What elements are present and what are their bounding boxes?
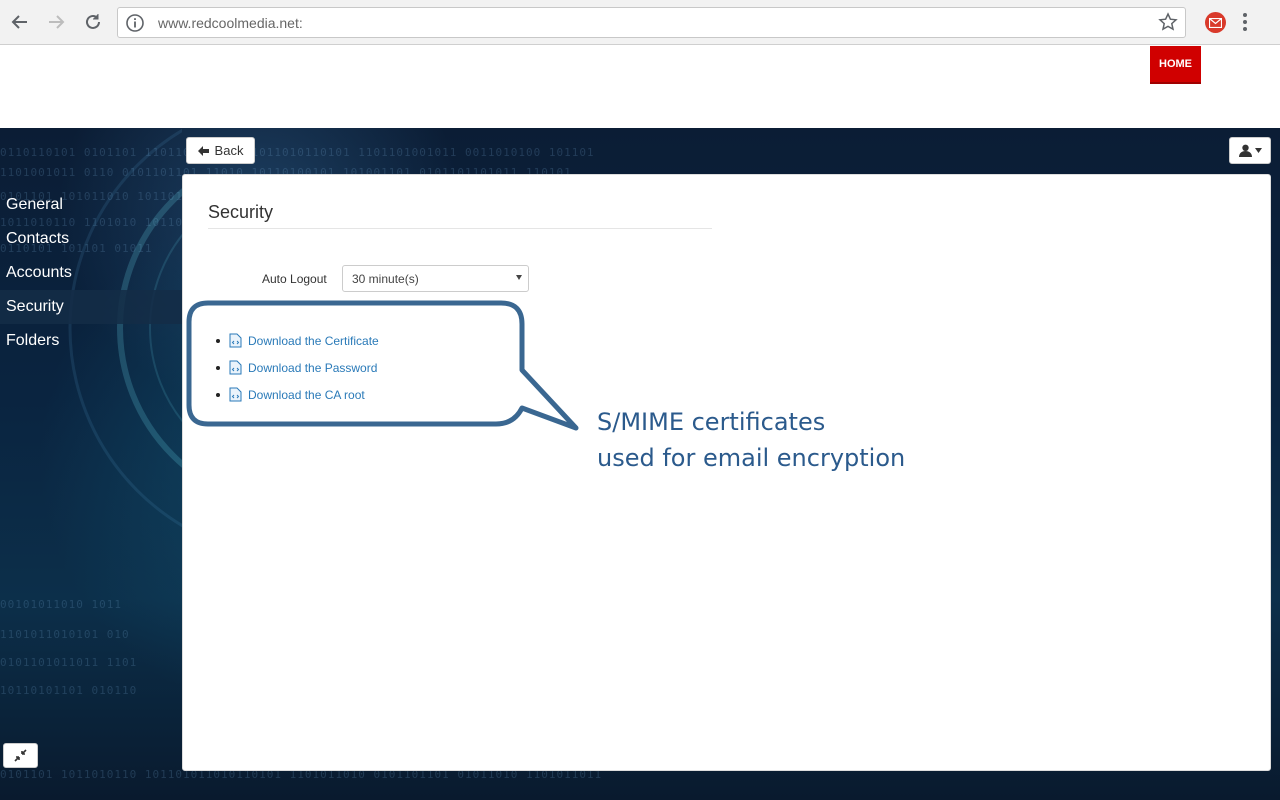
back-arrow-icon[interactable] <box>7 9 33 35</box>
url-suffix: : <box>298 15 303 31</box>
url-host: www.redcoolmedia.net <box>158 15 299 31</box>
page-title: Security <box>208 202 274 222</box>
back-button-label: Back <box>214 143 244 158</box>
auto-logout-value: 30 minute(s) <box>352 272 419 286</box>
sidebar-item-label: Folders <box>6 332 60 349</box>
sidebar-item-contacts[interactable]: Contacts <box>0 222 182 256</box>
auto-logout-select[interactable]: 30 minute(s) <box>342 265 529 292</box>
site-header: HOME <box>0 45 1280 128</box>
sidebar-item-label: Security <box>6 298 64 315</box>
address-bar[interactable]: www.redcoolmedia.net: <box>117 7 1186 38</box>
sidebar-item-label: Contacts <box>6 230 70 247</box>
reload-icon[interactable] <box>80 9 106 35</box>
collapse-button[interactable] <box>3 743 38 768</box>
forward-arrow-icon[interactable] <box>43 9 69 35</box>
info-icon[interactable] <box>125 13 145 38</box>
sidebar-item-label: Accounts <box>6 264 72 281</box>
user-menu-button[interactable] <box>1229 137 1271 164</box>
mail-extension-icon[interactable] <box>1205 12 1226 33</box>
annotation-line-2: used for email encryption <box>597 444 906 472</box>
user-icon <box>1238 144 1252 157</box>
bookmark-star-icon[interactable] <box>1158 12 1178 37</box>
annotation-text: S/MIME certificates used for email encry… <box>597 404 905 476</box>
sidebar-item-general[interactable]: General <box>0 188 182 222</box>
home-button[interactable]: HOME <box>1150 46 1201 84</box>
browser-toolbar: www.redcoolmedia.net: <box>0 0 1280 45</box>
select-caret-icon <box>516 275 522 280</box>
browser-menu-icon[interactable] <box>1238 11 1252 33</box>
arrow-left-icon <box>197 145 209 156</box>
collapse-icon <box>14 749 27 762</box>
auto-logout-label: Auto Logout <box>262 272 327 286</box>
back-button[interactable]: Back <box>186 137 255 164</box>
annotation-line-1: S/MIME certificates <box>597 408 826 436</box>
url-text: www.redcoolmedia.net: <box>158 15 303 31</box>
caret-down-icon <box>1254 148 1262 153</box>
title-divider <box>208 228 712 229</box>
sidebar-item-label: General <box>6 196 63 213</box>
sidebar-item-folders[interactable]: Folders <box>0 324 182 358</box>
callout-bubble <box>186 300 579 431</box>
sidebar-item-security[interactable]: Security <box>0 290 182 324</box>
sidebar-item-accounts[interactable]: Accounts <box>0 256 182 290</box>
settings-sidebar: General Contacts Accounts Security Folde… <box>0 188 182 358</box>
